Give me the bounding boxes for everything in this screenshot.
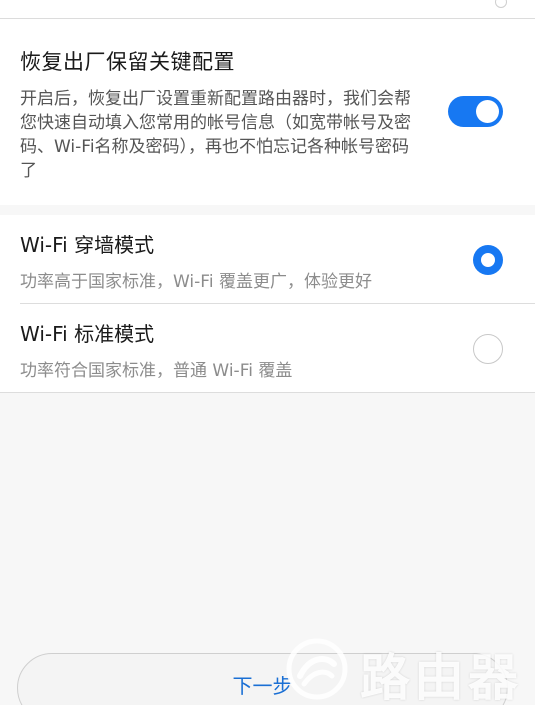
toggle-knob (476, 100, 499, 123)
restore-description: 开启后，恢复出厂设置重新配置路由器时，我们会帮您快速自动填入您常用的帐号信息（如… (20, 89, 411, 181)
divider (0, 392, 535, 393)
wifi-mode-standard[interactable]: Wi-Fi 标准模式 功率符合国家标准，普通 Wi-Fi 覆盖 (0, 304, 535, 392)
wifi-mode-wall-penetration[interactable]: Wi-Fi 穿墙模式 功率高于国家标准，Wi-Fi 覆盖更广，体验更好 (0, 215, 535, 303)
radio-checked-icon[interactable] (473, 245, 503, 275)
screen: 恢复出厂保留关键配置 开启后，恢复出厂设置重新配置路由器时，我们会帮您快速自动填… (0, 0, 535, 705)
next-button[interactable]: 下一步 (17, 653, 508, 705)
next-button-label: 下一步 (232, 674, 293, 698)
mode-subtitle: 功率符合国家标准，普通 Wi-Fi 覆盖 (20, 361, 293, 381)
restore-title: 恢复出厂保留关键配置 (20, 50, 235, 74)
mode-subtitle: 功率高于国家标准，Wi-Fi 覆盖更广，体验更好 (20, 272, 372, 292)
restore-settings-card: 恢复出厂保留关键配置 开启后，恢复出厂设置重新配置路由器时，我们会帮您快速自动填… (0, 19, 535, 205)
radio-unchecked-icon[interactable] (473, 334, 503, 364)
mode-title: Wi-Fi 穿墙模式 (20, 233, 155, 257)
restore-toggle[interactable] (448, 96, 503, 127)
previous-section-edge (0, 0, 535, 19)
wifi-mode-list: Wi-Fi 穿墙模式 功率高于国家标准，Wi-Fi 覆盖更广，体验更好 Wi-F… (0, 215, 535, 393)
mode-title: Wi-Fi 标准模式 (20, 322, 155, 346)
partial-radio-icon (495, 0, 507, 8)
